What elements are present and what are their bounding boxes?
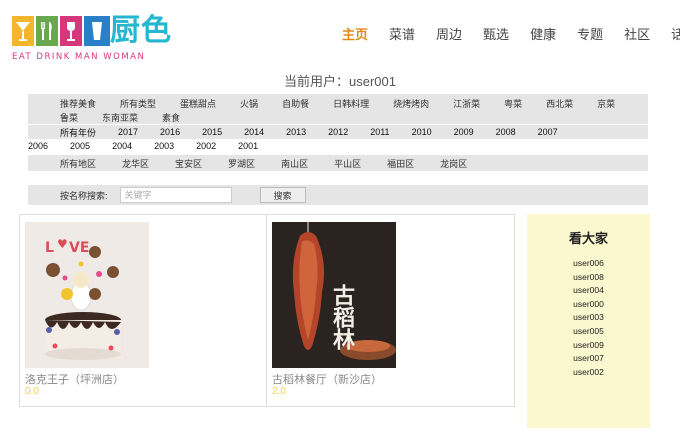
filter-option[interactable]: 龙华区 (122, 157, 149, 170)
logo-text: 厨色 (110, 13, 172, 48)
cake-photo[interactable]: L ♥ VE (25, 222, 149, 368)
filter-option[interactable]: 素食 (162, 111, 180, 124)
filter-option[interactable]: 2005 (70, 141, 90, 151)
user-link[interactable]: user006 (527, 257, 650, 271)
restaurant-name[interactable]: 洛克王子（坪洲店） (25, 371, 124, 387)
type-filter: 推荐美食 所有类型 蛋糕甜点 火锅 自助餐 日韩料理 烧烤烤肉 江浙菜 粤菜 西… (28, 94, 648, 124)
filter-option[interactable]: 2001 (238, 141, 258, 151)
nav-topics[interactable]: 专题 (577, 26, 603, 44)
area-filter: 所有地区 龙华区 宝安区 罗湖区 南山区 平山区 福田区 龙岗区 (28, 155, 648, 171)
filter-option[interactable]: 2009 (454, 127, 474, 137)
filter-option[interactable]: 2011 (370, 127, 389, 137)
filter-option[interactable]: 推荐美食 (60, 97, 96, 110)
filter-option[interactable]: 日韩料理 (333, 97, 369, 110)
user-link[interactable]: user000 (527, 298, 650, 312)
filter-option[interactable]: 所有地区 (60, 157, 96, 170)
filter-option[interactable]: 2016 (160, 127, 180, 137)
filter-option[interactable]: 2010 (412, 127, 432, 137)
nav-community[interactable]: 社区 (624, 26, 650, 44)
filter-option[interactable]: 南山区 (281, 157, 308, 170)
logo-tagline: EAT DRINK MAN WOMAN (12, 52, 146, 62)
fork-knife-icon (36, 16, 58, 46)
search-bar: 按名称搜索: 搜索 (28, 185, 648, 205)
filter-option[interactable]: 鲁菜 (60, 111, 78, 124)
glass-icon (84, 16, 110, 46)
restaurant-score: 2.0 (272, 386, 286, 397)
filter-option[interactable]: 2003 (154, 141, 174, 151)
filter-option[interactable]: 火锅 (240, 97, 258, 110)
nav-nearby[interactable]: 周边 (436, 26, 462, 44)
filter-option[interactable]: 龙岗区 (440, 157, 467, 170)
filter-option[interactable]: 所有类型 (120, 97, 156, 110)
current-user: 当前用户：user001 (284, 74, 396, 89)
filter-option[interactable]: 2012 (328, 127, 348, 137)
nav-home[interactable]: 主页 (342, 26, 368, 44)
filter-option[interactable]: 2004 (112, 141, 132, 151)
site-logo[interactable]: 厨色 EAT DRINK MAN WOMAN (12, 14, 172, 64)
user-link[interactable]: user008 (527, 271, 650, 285)
user-link[interactable]: user003 (527, 311, 650, 325)
type-filter-row: 鲁菜 东南亚菜 素食 (28, 110, 648, 124)
svg-text:L: L (45, 240, 54, 256)
logo-icons (12, 16, 110, 46)
search-input[interactable] (119, 187, 232, 203)
main-nav: 主页 菜谱 周边 甄选 健康 专题 社区 话题 (342, 26, 680, 44)
user-link[interactable]: user005 (527, 325, 650, 339)
svg-text:♥: ♥ (57, 237, 68, 251)
filter-option[interactable]: 2013 (286, 127, 306, 137)
user-link[interactable]: user007 (527, 352, 650, 366)
filter-option[interactable]: 宝安区 (175, 157, 202, 170)
area-filter-row: 所有地区 龙华区 宝安区 罗湖区 南山区 平山区 福田区 龙岗区 (28, 156, 648, 170)
year-filter-row: 2006 2005 2004 2003 2002 2001 (0, 139, 648, 153)
filter-option[interactable]: 所有年份 (60, 126, 96, 139)
filter-option[interactable]: 东南亚菜 (102, 111, 138, 124)
filter-option[interactable]: 江浙菜 (453, 97, 480, 110)
restaurant-card[interactable]: 古稻林 古稻林餐厅（新沙店） 2.0 (267, 215, 514, 406)
filter-option[interactable]: 2014 (244, 127, 264, 137)
filter-option[interactable]: 2007 (538, 127, 558, 137)
type-filter-row: 推荐美食 所有类型 蛋糕甜点 火锅 自助餐 日韩料理 烧烤烤肉 江浙菜 粤菜 西… (28, 96, 648, 110)
filter-option[interactable]: 福田区 (387, 157, 414, 170)
year-filter: 所有年份 2017 2016 2015 2014 2013 2012 2011 … (0, 125, 648, 153)
wine-glass-icon (60, 16, 82, 46)
nav-recipes[interactable]: 菜谱 (389, 26, 415, 44)
filter-option[interactable]: 西北菜 (546, 97, 573, 110)
nav-discussion[interactable]: 话题 (671, 26, 680, 44)
others-panel: 看大家 user006 user008 user004 user000 user… (527, 214, 650, 428)
filter-option[interactable]: 2002 (196, 141, 216, 151)
filter-option[interactable]: 蛋糕甜点 (180, 97, 216, 110)
filter-option[interactable]: 2017 (118, 127, 138, 137)
filter-option[interactable]: 京菜 (597, 97, 615, 110)
filter-option[interactable]: 2008 (496, 127, 516, 137)
search-button[interactable]: 搜索 (259, 187, 306, 203)
nav-health[interactable]: 健康 (530, 26, 556, 44)
roast-duck-poster[interactable]: 古稻林 (272, 222, 396, 368)
user-link[interactable]: user004 (527, 284, 650, 298)
restaurant-card[interactable]: L ♥ VE 洛克王子（坪洲店） 0.0 (20, 215, 267, 406)
poster-calligraphy: 古稻林 (329, 283, 355, 350)
restaurant-score: 0.0 (25, 386, 39, 397)
search-label: 按名称搜索: (60, 190, 108, 201)
results-grid: L ♥ VE 洛克王子（坪洲店） 0.0 古稻林 古稻林餐厅（新沙店） 2.0 (19, 214, 515, 407)
filter-option[interactable]: 自助餐 (282, 97, 309, 110)
nav-selection[interactable]: 甄选 (483, 26, 509, 44)
filter-option[interactable]: 2006 (28, 141, 48, 151)
cocktail-icon (12, 16, 34, 46)
svg-text:VE: VE (69, 240, 89, 256)
panel-title: 看大家 (568, 231, 608, 246)
user-link[interactable]: user009 (527, 339, 650, 353)
filter-option[interactable]: 2015 (202, 127, 222, 137)
filter-option[interactable]: 平山区 (334, 157, 361, 170)
restaurant-name[interactable]: 古稻林餐厅（新沙店） (272, 371, 382, 387)
filter-option[interactable]: 烧烤烤肉 (393, 97, 429, 110)
filter-option[interactable]: 罗湖区 (228, 157, 255, 170)
year-filter-row: 所有年份 2017 2016 2015 2014 2013 2012 2011 … (28, 125, 648, 139)
filter-option[interactable]: 粤菜 (504, 97, 522, 110)
user-list: user006 user008 user004 user000 user003 … (527, 257, 650, 379)
user-link[interactable]: user002 (527, 366, 650, 380)
